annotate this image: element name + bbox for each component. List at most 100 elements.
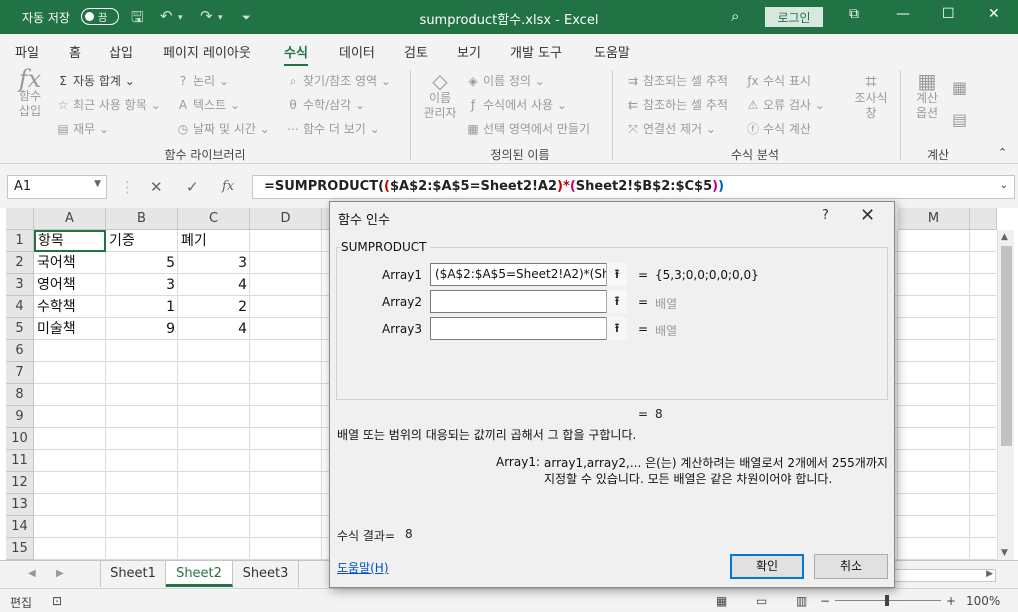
zoom-level[interactable]: 100%: [966, 594, 1000, 608]
watch-window-button[interactable]: ⌗ 조사식 창: [848, 71, 894, 121]
evaluate-formula-button[interactable]: ⓕ 수식 계산: [745, 120, 811, 137]
autosum-button[interactable]: Σ 자동 합계 ⌄: [55, 72, 135, 89]
tab-file[interactable]: 파일: [15, 42, 39, 61]
recent-functions-button[interactable]: ☆ 최근 사용 항목 ⌄: [55, 96, 161, 113]
select-all-button[interactable]: [6, 208, 34, 230]
lookup-button[interactable]: ⌕ 찾기/참조 영역 ⌄: [285, 72, 391, 89]
math-button[interactable]: θ 수학/삼각 ⌄: [285, 96, 365, 113]
calc-options-button[interactable]: ▦ 계산 옵션: [906, 71, 948, 121]
help-icon[interactable]: ?: [822, 208, 829, 223]
insert-function-button[interactable]: fx 함수 삽입: [10, 67, 50, 119]
array2-input[interactable]: [430, 290, 627, 313]
sheet-tab-sheet3[interactable]: Sheet3: [233, 561, 299, 587]
maximize-icon[interactable]: ☐: [942, 6, 955, 22]
scroll-down-icon[interactable]: ▼: [1001, 548, 1008, 558]
row-header[interactable]: 13: [6, 494, 34, 516]
scroll-right-icon[interactable]: ▶: [986, 569, 993, 579]
use-in-formula-button[interactable]: ƒ 수식에서 사용 ⌄: [465, 96, 567, 113]
array1-input[interactable]: ($A$2:$A$5=Sheet2!A2)*(Shee: [430, 263, 627, 286]
datetime-button[interactable]: ◷ 날짜 및 시간 ⌄: [175, 120, 270, 137]
cell-b2[interactable]: 5: [106, 252, 178, 274]
accessibility-icon[interactable]: ⊡: [52, 594, 62, 608]
row-header[interactable]: 9: [6, 406, 34, 428]
search-icon[interactable]: ⌕: [731, 7, 739, 25]
row-header[interactable]: 11: [6, 450, 34, 472]
close-window-icon[interactable]: ✕: [988, 6, 1000, 22]
text-button[interactable]: A 텍스트 ⌄: [175, 96, 240, 113]
zoom-out-icon[interactable]: −: [820, 594, 830, 608]
page-break-view-icon[interactable]: ▥: [796, 594, 807, 608]
scroll-thumb[interactable]: [1001, 246, 1012, 446]
cell-a2[interactable]: 국어책: [34, 252, 106, 274]
cell-a3[interactable]: 영어책: [34, 274, 106, 296]
cell-c1[interactable]: 폐기: [178, 230, 250, 252]
row-header[interactable]: 5: [6, 318, 34, 340]
trace-precedents-button[interactable]: ⇉ 참조되는 셀 추적: [625, 72, 728, 89]
collapse-ribbon-icon[interactable]: ⌃: [998, 146, 1007, 159]
zoom-in-icon[interactable]: +: [946, 594, 956, 608]
row-header[interactable]: 12: [6, 472, 34, 494]
normal-view-icon[interactable]: ▦: [716, 594, 727, 608]
collapse-dialog-button-array3[interactable]: ⭱: [606, 317, 627, 340]
tab-view[interactable]: 보기: [457, 42, 481, 61]
row-header[interactable]: 14: [6, 516, 34, 538]
minimize-icon[interactable]: —: [896, 6, 910, 22]
tab-home[interactable]: 홈: [69, 42, 81, 61]
column-header[interactable]: B: [106, 208, 178, 230]
vertical-scrollbar[interactable]: ▲ ▼: [997, 230, 1014, 560]
row-header[interactable]: 8: [6, 384, 34, 406]
expand-formula-bar-icon[interactable]: ⌄: [1000, 180, 1008, 191]
cancel-button[interactable]: 취소: [814, 554, 888, 579]
tab-page-layout[interactable]: 페이지 레이아웃: [163, 42, 251, 61]
column-header[interactable]: [970, 208, 997, 230]
row-header[interactable]: 4: [6, 296, 34, 318]
ribbon-display-options-icon[interactable]: ⧉: [849, 6, 859, 22]
financial-button[interactable]: ▤ 재무 ⌄: [55, 120, 109, 137]
help-link[interactable]: 도움말(H): [337, 559, 389, 576]
close-icon[interactable]: ✕: [860, 205, 875, 226]
column-header[interactable]: M: [898, 208, 970, 230]
row-header[interactable]: 1: [6, 230, 34, 252]
row-header[interactable]: 6: [6, 340, 34, 362]
more-functions-button[interactable]: ⋯ 함수 더 보기 ⌄: [285, 120, 380, 137]
tab-formulas[interactable]: 수식: [284, 42, 308, 67]
show-formulas-button[interactable]: ƒx 수식 표시: [745, 72, 811, 89]
page-layout-view-icon[interactable]: ▭: [756, 594, 767, 608]
define-name-button[interactable]: ◈ 이름 정의 ⌄: [465, 72, 544, 89]
sheet-tab-sheet2[interactable]: Sheet2: [166, 561, 233, 587]
cell-b1[interactable]: 기증: [106, 230, 178, 252]
logical-button[interactable]: ? 논리 ⌄: [175, 72, 229, 89]
collapse-dialog-button-array1[interactable]: ⭱: [606, 263, 627, 286]
calculate-now-icon[interactable]: ▦: [952, 78, 967, 97]
tab-data[interactable]: 데이터: [339, 42, 375, 61]
tab-insert[interactable]: 삽입: [109, 42, 133, 61]
ok-button[interactable]: 확인: [730, 554, 804, 579]
error-checking-button[interactable]: ⚠ 오류 검사 ⌄: [745, 96, 825, 113]
remove-arrows-button[interactable]: ⤧ 연결선 제거 ⌄: [625, 120, 716, 137]
formula-input[interactable]: =SUMPRODUCT(($A$2:$A$5=Sheet2!A2)*(Sheet…: [252, 175, 1015, 199]
array3-input[interactable]: [430, 317, 627, 340]
cell-a5[interactable]: 미술책: [34, 318, 106, 340]
name-manager-button[interactable]: ◇ 이름 관리자: [420, 71, 460, 121]
tab-developer[interactable]: 개발 도구: [510, 42, 562, 61]
column-header[interactable]: C: [178, 208, 250, 230]
collapse-dialog-button-array2[interactable]: ⭱: [606, 290, 627, 313]
row-header[interactable]: 3: [6, 274, 34, 296]
trace-dependents-button[interactable]: ⇇ 참조하는 셀 추적: [625, 96, 728, 113]
cell-c5[interactable]: 4: [178, 318, 250, 340]
cell-b5[interactable]: 9: [106, 318, 178, 340]
column-header[interactable]: D: [250, 208, 322, 230]
cell-c3[interactable]: 4: [178, 274, 250, 296]
create-from-selection-button[interactable]: ▦ 선택 영역에서 만들기: [465, 120, 590, 137]
cell-a4[interactable]: 수학책: [34, 296, 106, 318]
row-header[interactable]: 7: [6, 362, 34, 384]
row-header[interactable]: 2: [6, 252, 34, 274]
tab-review[interactable]: 검토: [404, 42, 428, 61]
calculate-sheet-icon[interactable]: ▤: [952, 110, 967, 129]
horizontal-scrollbar[interactable]: ▶: [890, 569, 996, 582]
cell-a1[interactable]: 항목: [34, 230, 106, 252]
fx-icon[interactable]: fx: [222, 179, 234, 194]
cell-c4[interactable]: 2: [178, 296, 250, 318]
prev-sheet-icon[interactable]: ◀: [28, 568, 36, 579]
login-button[interactable]: 로그인: [765, 7, 823, 27]
